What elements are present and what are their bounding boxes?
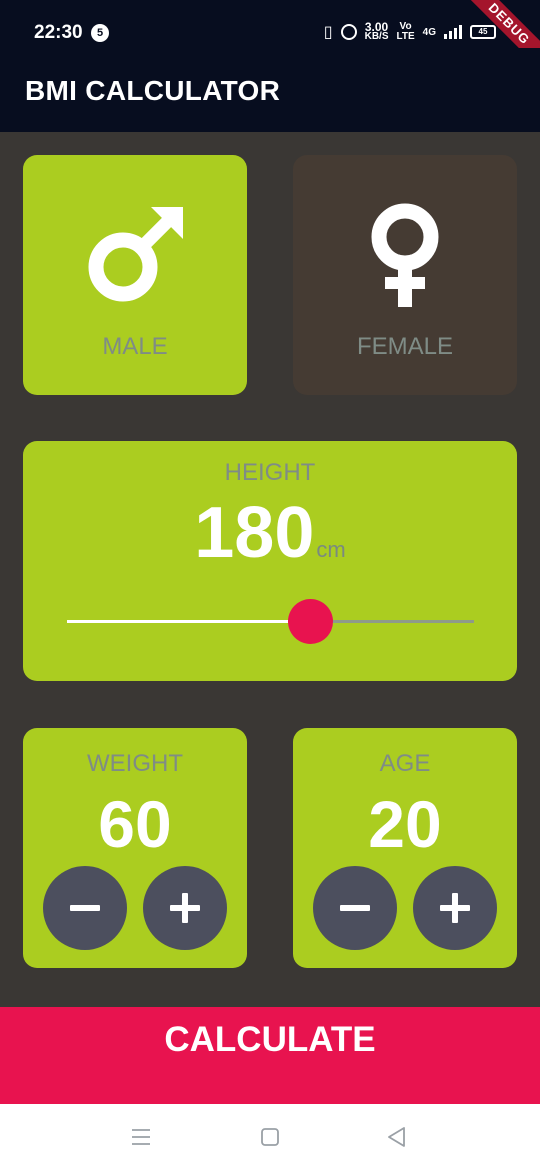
height-unit: cm [316, 537, 346, 562]
status-time: 22:30 [34, 22, 83, 43]
volte-icon: Vo LTE [397, 22, 415, 42]
male-icon [88, 207, 183, 302]
weight-increment-button[interactable] [143, 866, 227, 950]
age-decrement-button[interactable] [313, 866, 397, 950]
volte-bottom: LTE [396, 31, 415, 42]
female-icon [371, 203, 439, 307]
status-bar: 22:30 5 ▯ 3.00 KB/S Vo LTE 4G 45 DEBUG [0, 0, 540, 78]
weight-label: WEIGHT [87, 750, 183, 777]
age-label: AGE [379, 750, 431, 777]
system-nav-bar [0, 1104, 540, 1170]
weight-value: 60 [98, 787, 172, 861]
weight-decrement-button[interactable] [43, 866, 127, 950]
height-label: HEIGHT [224, 459, 316, 486]
signal-icon [444, 25, 462, 39]
age-card: AGE 20 [293, 728, 517, 968]
male-label: MALE [102, 333, 168, 360]
female-label: FEMALE [356, 333, 454, 360]
network-type: 4G [422, 26, 436, 38]
height-slider-thumb[interactable] [288, 599, 333, 644]
minus-icon [340, 905, 370, 911]
male-card[interactable]: MALE [23, 155, 247, 395]
battery-level: 45 [478, 27, 488, 36]
weight-card: WEIGHT 60 [23, 728, 247, 968]
height-slider-active-track[interactable] [67, 620, 310, 623]
menu-icon[interactable] [130, 1124, 152, 1150]
age-value: 20 [368, 787, 442, 861]
alarm-icon [340, 24, 357, 40]
calculate-button[interactable]: CALCULATE [0, 1007, 540, 1104]
minus-icon [70, 905, 100, 911]
age-increment-button[interactable] [413, 866, 497, 950]
height-slider-inactive-track[interactable] [310, 620, 474, 623]
battery-icon: 45 [470, 25, 496, 39]
vibrate-icon: ▯ [323, 24, 333, 41]
home-square-icon[interactable] [259, 1124, 281, 1150]
app-title: BMI CALCULATOR [25, 75, 281, 106]
net-speed-unit: KB/S [364, 31, 389, 42]
notification-badge: 5 [91, 24, 109, 42]
back-triangle-icon[interactable] [386, 1124, 408, 1150]
net-speed: 3.00 KB/S [364, 21, 389, 42]
female-card[interactable]: FEMALE [293, 155, 517, 395]
app-bar: BMI CALCULATOR [0, 48, 540, 132]
height-readout: 180cm [0, 492, 540, 574]
status-icons: ▯ 3.00 KB/S Vo LTE 4G 45 [323, 21, 496, 42]
height-value: 180 [194, 493, 315, 573]
